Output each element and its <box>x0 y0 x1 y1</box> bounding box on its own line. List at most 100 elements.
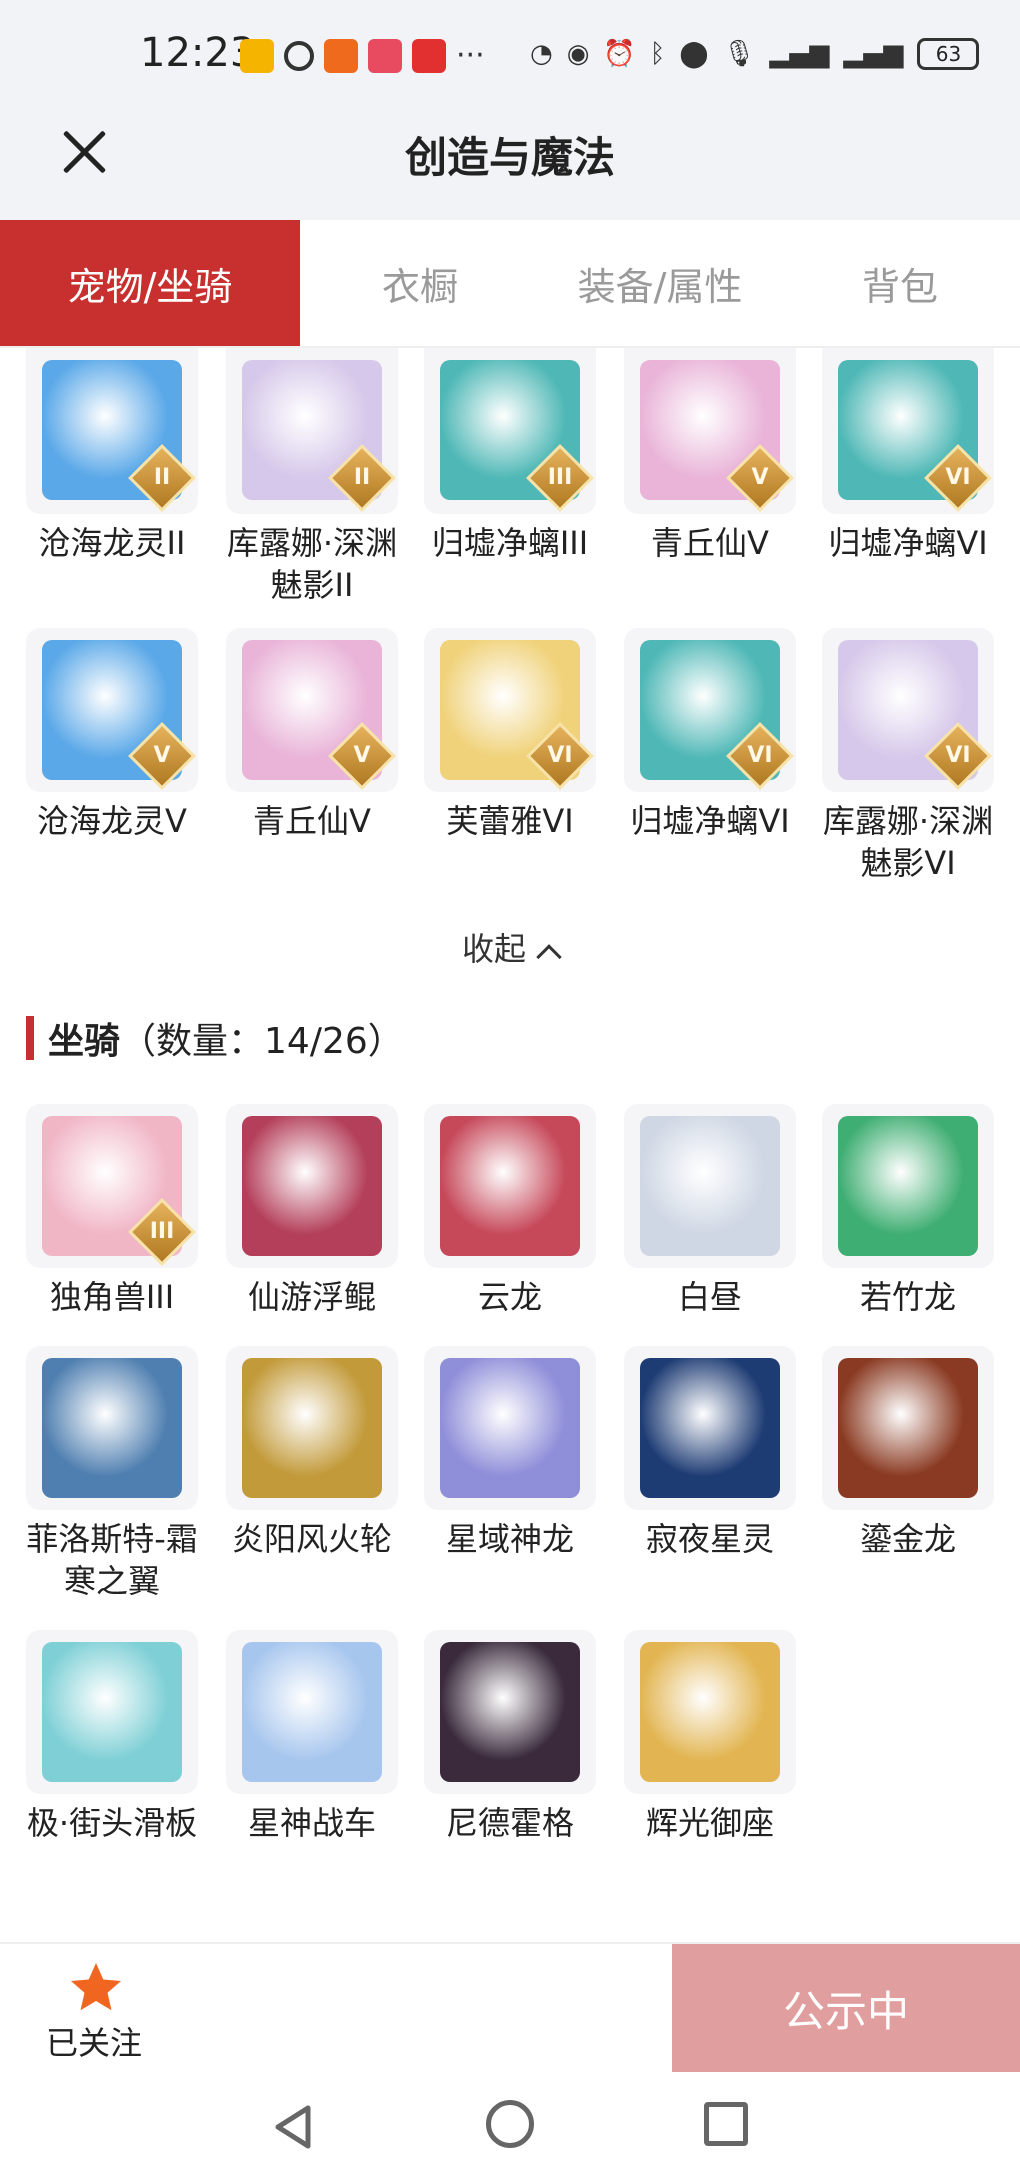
item-art <box>42 1358 182 1498</box>
item-thumbnail: V <box>624 348 796 514</box>
app-notification-icon <box>368 38 402 73</box>
item-name: 沧海龙灵V <box>37 802 187 840</box>
rank-label: II <box>153 465 171 490</box>
tab-equipment[interactable]: 装备/属性 <box>540 220 780 346</box>
item-thumbnail: VI <box>624 628 796 792</box>
mount-card[interactable]: 云龙 <box>424 1104 596 1318</box>
pet-card[interactable]: II 库露娜·深渊魅影II <box>226 348 398 606</box>
mount-card[interactable]: 星域神龙 <box>424 1346 596 1560</box>
tab-backpack[interactable]: 背包 <box>780 220 1020 346</box>
mount-card[interactable]: 尼德霍格 <box>424 1630 596 1844</box>
tab-wardrobe[interactable]: 衣橱 <box>300 220 540 346</box>
item-thumbnail <box>226 1104 398 1268</box>
alarm-icon: ⏰ <box>603 39 636 69</box>
item-thumbnail <box>424 1630 596 1794</box>
mount-card[interactable]: 寂夜星灵 <box>624 1346 796 1560</box>
item-thumbnail: II <box>226 348 398 514</box>
rank-label: VI <box>747 743 773 768</box>
item-name: 独角兽III <box>49 1278 175 1316</box>
item-art <box>640 1116 780 1256</box>
item-name: 星神战车 <box>247 1804 376 1842</box>
pet-card[interactable]: VI 库露娜·深渊魅影VI <box>822 628 994 884</box>
announce-button[interactable]: 公示中 <box>672 1944 1020 2072</box>
speed-icon: ◔ <box>530 39 553 69</box>
mount-card[interactable]: 菲洛斯特-霜寒之翼 <box>26 1346 198 1602</box>
item-name: 云龙 <box>477 1278 542 1316</box>
item-art <box>640 1642 780 1782</box>
home-icon[interactable] <box>486 2100 534 2148</box>
item-name: 辉光御座 <box>645 1804 774 1842</box>
mount-card[interactable]: 仙游浮鲲 <box>226 1104 398 1318</box>
pet-card[interactable]: V 青丘仙V <box>624 348 796 564</box>
item-name: 归墟净螭VI <box>828 524 988 562</box>
rank-label: VI <box>945 465 971 490</box>
pet-card[interactable]: VI 归墟净螭VI <box>822 348 994 564</box>
mount-card[interactable]: 鎏金龙 <box>822 1346 994 1560</box>
pet-card[interactable]: V 沧海龙灵V <box>26 628 198 842</box>
item-name: 青丘仙V <box>651 524 769 562</box>
battery-icon: 63 <box>917 38 980 70</box>
item-name: 炎阳风火轮 <box>231 1520 392 1558</box>
notification-icons: ··· <box>240 38 485 73</box>
loading-icon <box>284 40 314 71</box>
collapse-button[interactable]: 收起 <box>0 924 1020 970</box>
rank-label: V <box>751 465 769 490</box>
item-name: 芙蕾雅VI <box>446 802 574 840</box>
pet-card[interactable]: III 归墟净螭III <box>424 348 596 564</box>
item-thumbnail <box>26 1346 198 1510</box>
item-name: 星域神龙 <box>445 1520 574 1558</box>
system-nav-bar <box>0 2072 1020 2182</box>
item-thumbnail <box>624 1630 796 1794</box>
item-thumbnail: VI <box>822 348 994 514</box>
tab-pets-mounts[interactable]: 宠物/坐骑 <box>0 220 300 346</box>
pet-card[interactable]: II 沧海龙灵II <box>26 348 198 564</box>
section-accent-bar <box>26 1016 34 1060</box>
mount-card[interactable]: 辉光御座 <box>624 1630 796 1844</box>
item-thumbnail <box>26 1630 198 1794</box>
rank-label: VI <box>945 743 971 768</box>
item-art <box>440 1642 580 1782</box>
back-icon[interactable] <box>270 2102 320 2152</box>
item-thumbnail: III <box>424 348 596 514</box>
rank-label: III <box>149 1219 175 1244</box>
item-name: 白昼 <box>677 1278 742 1316</box>
item-thumbnail <box>424 1346 596 1510</box>
app-notification-icon <box>324 38 358 73</box>
item-name: 归墟净螭III <box>431 524 589 562</box>
recent-apps-icon[interactable] <box>704 2102 748 2146</box>
item-thumbnail <box>624 1104 796 1268</box>
item-thumbnail: VI <box>822 628 994 792</box>
mount-card[interactable]: 白昼 <box>624 1104 796 1318</box>
item-art <box>440 1358 580 1498</box>
folder-icon <box>240 38 274 73</box>
bluetooth-icon: ᛒ <box>649 39 666 69</box>
item-art <box>242 1642 382 1782</box>
rank-label: V <box>353 743 371 768</box>
mount-card[interactable]: 炎阳风火轮 <box>226 1346 398 1560</box>
mount-card[interactable]: III 独角兽III <box>26 1104 198 1318</box>
pet-card[interactable]: VI 芙蕾雅VI <box>424 628 596 842</box>
more-icon: ··· <box>456 38 485 73</box>
page-title: 创造与魔法 <box>404 133 615 182</box>
mount-card[interactable]: 若竹龙 <box>822 1104 994 1318</box>
pet-card[interactable]: V 青丘仙V <box>226 628 398 842</box>
section-count: （数量：14/26） <box>120 1021 404 1062</box>
star-icon <box>71 1963 121 2011</box>
item-art <box>242 1358 382 1498</box>
system-icons: ◔ ◉ ⏰ ᛒ ⬤ 🎙 ▂▄▆ ▂▄▆ 63 <box>530 38 980 70</box>
item-name: 仙游浮鲲 <box>247 1278 376 1316</box>
item-name: 鎏金龙 <box>859 1520 956 1558</box>
item-thumbnail: V <box>226 628 398 792</box>
item-name: 库露娜·深渊魅影VI <box>822 802 994 882</box>
section-title: 坐骑 <box>48 1021 121 1062</box>
signal-icon: ▂▄▆ <box>843 39 904 69</box>
rank-label: VI <box>547 743 573 768</box>
mount-card[interactable]: 极·街头滑板 <box>26 1630 198 1844</box>
item-art <box>242 1116 382 1256</box>
item-thumbnail <box>624 1346 796 1510</box>
signal-icon: ▂▄▆ <box>769 39 830 69</box>
mount-card[interactable]: 星神战车 <box>226 1630 398 1844</box>
item-art <box>440 1116 580 1256</box>
tab-bar: 宠物/坐骑 衣橱 装备/属性 背包 <box>0 220 1020 348</box>
pet-card[interactable]: VI 归墟净螭VI <box>624 628 796 842</box>
